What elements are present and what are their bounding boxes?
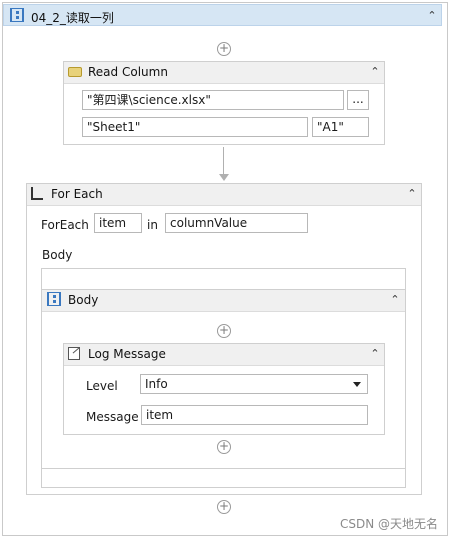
level-dropdown[interactable]: Info xyxy=(140,374,368,394)
log-message-title: Log Message xyxy=(88,347,166,361)
add-activity-icon[interactable]: + xyxy=(217,500,231,514)
for-each-icon xyxy=(31,187,43,200)
foreach-label: ForEach xyxy=(41,218,89,232)
message-label: Message xyxy=(86,410,139,424)
read-column-title: Read Column xyxy=(88,65,168,79)
in-label: in xyxy=(147,218,158,232)
browse-button[interactable]: ... xyxy=(347,90,369,110)
level-value: Info xyxy=(145,377,168,391)
log-message-collapse-icon[interactable]: ⌃ xyxy=(368,347,382,361)
collection-field[interactable]: columnValue xyxy=(165,213,308,233)
read-column-icon xyxy=(68,67,82,77)
for-each-collapse-icon[interactable]: ⌃ xyxy=(405,187,419,201)
sequence-icon xyxy=(10,8,24,22)
add-activity-icon[interactable]: + xyxy=(217,440,231,454)
sheet-name-field[interactable]: "Sheet1" xyxy=(82,117,308,137)
item-variable-field[interactable]: item xyxy=(94,213,142,233)
body-sequence-title: Body xyxy=(68,293,99,307)
level-label: Level xyxy=(86,379,118,393)
watermark: CSDN @天地无名 xyxy=(339,517,438,531)
add-activity-icon[interactable]: + xyxy=(217,324,231,338)
body-label: Body xyxy=(42,248,73,262)
sequence-collapse-icon[interactable]: ⌃ xyxy=(425,9,439,23)
read-column-collapse-icon[interactable]: ⌃ xyxy=(368,65,382,79)
sequence-icon xyxy=(47,292,61,306)
message-field[interactable]: item xyxy=(141,405,368,425)
body-sequence-collapse-icon[interactable]: ⌃ xyxy=(388,293,402,307)
connector-line xyxy=(223,147,224,175)
connector-arrow-icon xyxy=(219,174,229,181)
chevron-down-icon xyxy=(353,382,361,387)
start-cell-field[interactable]: "A1" xyxy=(312,117,369,137)
log-message-icon xyxy=(68,347,80,360)
sequence-title: 04_2_读取一列 xyxy=(31,11,114,25)
for-each-title: For Each xyxy=(51,187,103,201)
workbook-path-field[interactable]: "第四课\science.xlsx" xyxy=(82,90,344,110)
add-activity-icon[interactable]: + xyxy=(217,42,231,56)
